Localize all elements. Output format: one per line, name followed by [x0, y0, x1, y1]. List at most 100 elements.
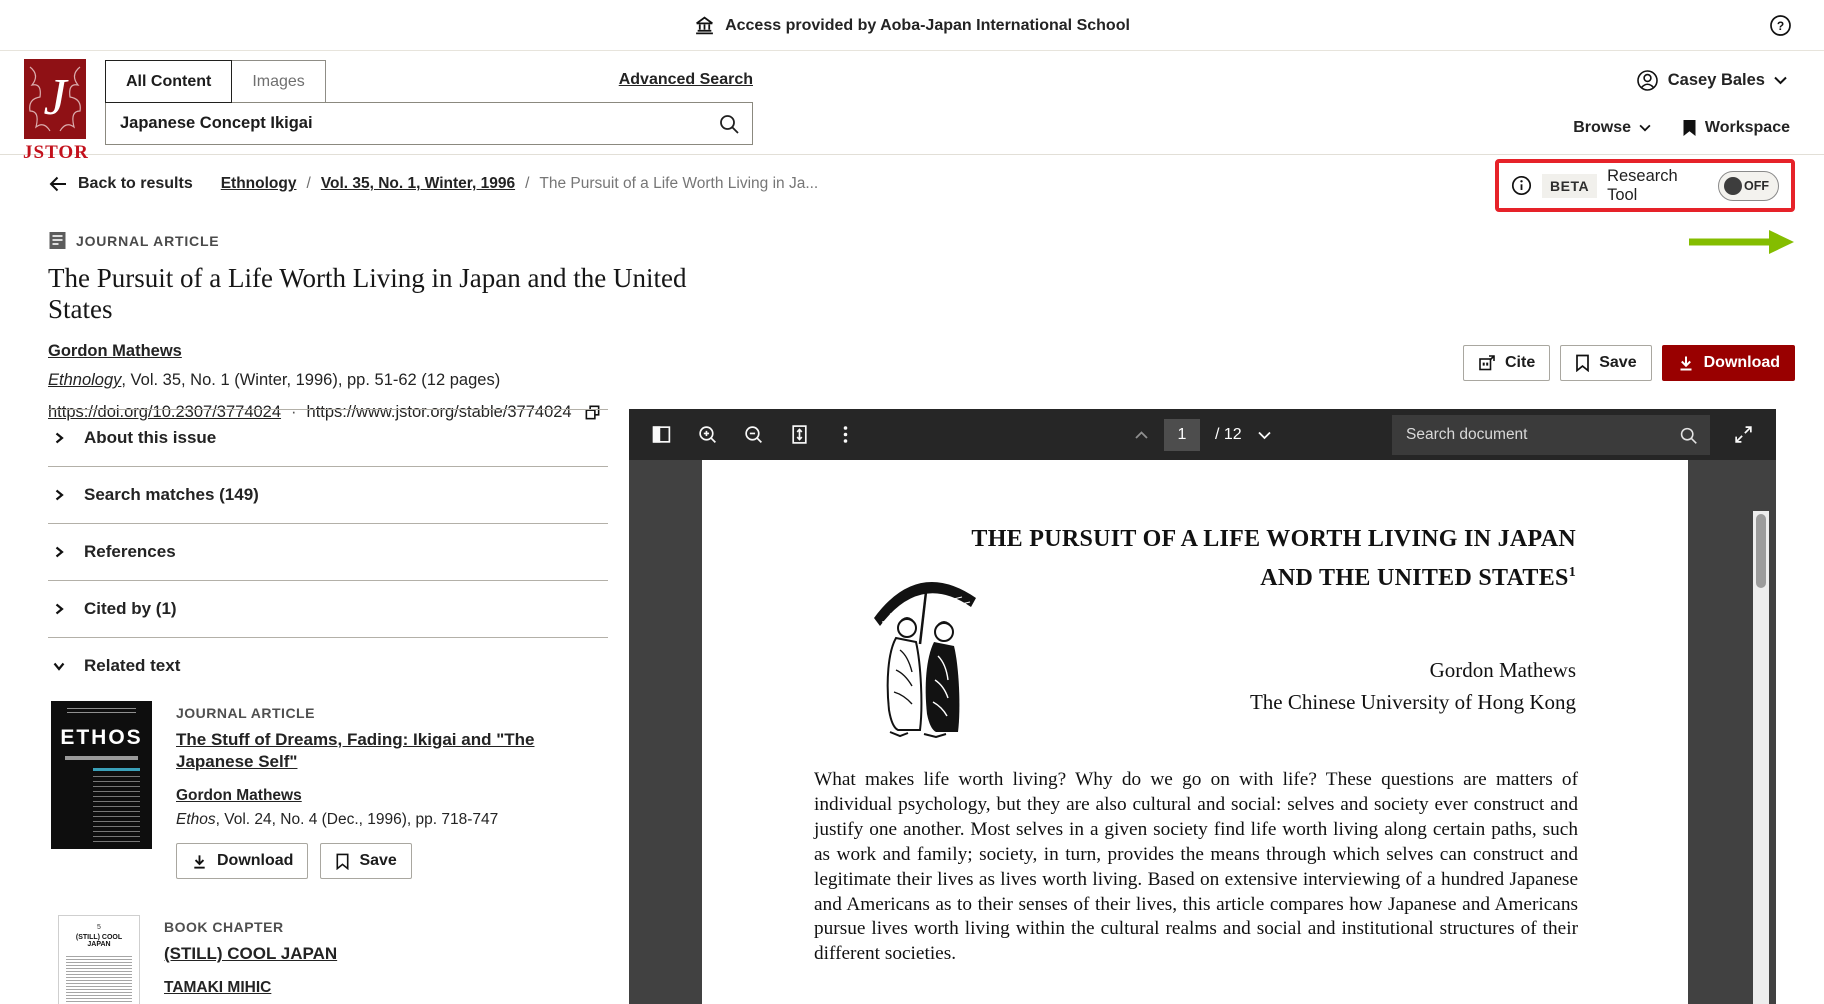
page-total: / 12	[1215, 426, 1242, 444]
jstor-monogram: J	[24, 65, 86, 131]
thumbnails-panel-icon[interactable]	[651, 424, 672, 445]
search-bar	[105, 102, 753, 145]
document-search-bar	[1392, 415, 1710, 455]
institution-banner: Access provided by Aoba-Japan Internatio…	[0, 0, 1824, 51]
pdf-toolbar: 1 / 12	[629, 409, 1776, 460]
scrollbar-thumb[interactable]	[1756, 514, 1766, 588]
related-cover-thumbnail[interactable]: ETHOS	[51, 701, 152, 849]
cite-button[interactable]: Cite	[1463, 345, 1550, 381]
search-icon[interactable]	[1679, 426, 1710, 445]
content-type-label: JOURNAL ARTICLE	[76, 233, 219, 249]
article-header: JOURNAL ARTICLE The Pursuit of a Life Wo…	[48, 231, 748, 422]
related-download-button[interactable]: Download	[176, 843, 308, 879]
tab-all-content[interactable]: All Content	[105, 60, 232, 103]
chevron-down-icon	[1774, 76, 1787, 85]
accordion-related-text[interactable]: Related text	[48, 637, 608, 694]
institution-icon	[694, 15, 715, 36]
jstor-wordmark: JSTOR	[23, 142, 87, 164]
account-icon	[1636, 69, 1659, 92]
jstor-article-page: Access provided by Aoba-Japan Internatio…	[0, 0, 1824, 1004]
breadcrumb-separator: /	[525, 175, 529, 193]
browse-menu[interactable]: Browse	[1573, 119, 1651, 137]
article-author-link[interactable]: Gordon Mathews	[48, 342, 182, 361]
download-button[interactable]: Download	[1662, 345, 1795, 381]
journal-title-link[interactable]: Ethnology	[48, 371, 121, 389]
research-tool-label: Research Tool	[1607, 167, 1708, 205]
journal-article-icon	[48, 231, 67, 250]
toggle-state-label: OFF	[1744, 179, 1769, 193]
institution-access-text: Access provided by Aoba-Japan Internatio…	[725, 17, 1130, 35]
accordion-about-this-issue[interactable]: About this issue	[48, 409, 608, 466]
pdf-page-title: THE PURSUIT OF A LIFE WORTH LIVING IN JA…	[971, 523, 1576, 595]
workspace-link[interactable]: Workspace	[1682, 119, 1790, 137]
related-citation: Ethos, Vol. 24, No. 4 (Dec., 1996), pp. …	[176, 811, 608, 829]
download-icon	[1677, 354, 1695, 372]
workspace-label: Workspace	[1705, 119, 1790, 137]
accordion-references[interactable]: References	[48, 523, 608, 580]
research-tool-panel: BETA Research Tool OFF	[1495, 159, 1795, 212]
browse-label: Browse	[1573, 119, 1631, 137]
related-chapter-thumbnail[interactable]: 5 (STILL) COOL JAPAN	[58, 915, 140, 1004]
breadcrumb-current: The Pursuit of a Life Worth Living in Ja…	[539, 175, 818, 193]
pdf-scrollbar[interactable]	[1753, 511, 1769, 1004]
woodblock-illustration	[860, 566, 990, 738]
related-type-label: BOOK CHAPTER	[164, 919, 596, 935]
zoom-in-icon[interactable]	[697, 424, 718, 445]
search-input[interactable]	[106, 103, 706, 144]
related-author-link[interactable]: TAMAKI MIHIC	[164, 979, 271, 997]
breadcrumb: Back to results Ethnology / Vol. 35, No.…	[48, 175, 818, 193]
page-number-input[interactable]: 1	[1164, 419, 1200, 451]
tab-images[interactable]: Images	[231, 60, 325, 103]
download-icon	[191, 853, 208, 870]
zoom-out-icon[interactable]	[743, 424, 764, 445]
info-icon[interactable]	[1511, 175, 1532, 196]
cover-title: ETHOS	[57, 726, 146, 750]
document-search-input[interactable]	[1392, 426, 1679, 444]
search-submit-button[interactable]	[706, 103, 752, 144]
article-title: The Pursuit of a Life Worth Living in Ja…	[48, 263, 748, 325]
related-item: 5 (STILL) COOL JAPAN BOOK CHAPTER (STILL…	[48, 915, 608, 1004]
article-side-panel: About this issue Search matches (149) Re…	[48, 409, 608, 1004]
pdf-viewer: 1 / 12 THE PURSUIT OF A LIFE WORTH LIVIN…	[629, 409, 1776, 1004]
pdf-body-text: What makes life worth living? Why do we …	[814, 768, 1578, 967]
breadcrumb-journal-link[interactable]: Ethnology	[221, 175, 297, 193]
pdf-page: THE PURSUIT OF A LIFE WORTH LIVING IN JA…	[702, 460, 1688, 1004]
research-tool-toggle[interactable]: OFF	[1718, 171, 1779, 201]
annotation-green-arrow	[1687, 229, 1795, 255]
jstor-logo[interactable]: J JSTOR	[23, 59, 87, 164]
jstor-logo-block: J	[24, 59, 86, 139]
site-header: J JSTOR All Content Images Advanced Sear…	[0, 51, 1824, 155]
fullscreen-icon[interactable]	[1733, 424, 1754, 445]
search-scope-tabs: All Content Images	[105, 60, 326, 103]
chevron-down-icon	[1639, 124, 1651, 132]
page-down-icon[interactable]	[1257, 430, 1272, 440]
toggle-knob	[1724, 177, 1742, 195]
accordion-cited-by[interactable]: Cited by (1)	[48, 580, 608, 637]
advanced-search-link[interactable]: Advanced Search	[613, 71, 753, 89]
beta-badge: BETA	[1542, 174, 1597, 198]
save-button[interactable]: Save	[1560, 345, 1651, 381]
user-name: Casey Bales	[1668, 71, 1765, 90]
breadcrumb-issue-link[interactable]: Vol. 35, No. 1, Winter, 1996	[321, 175, 515, 193]
help-icon[interactable]: ?	[1769, 14, 1792, 37]
back-to-results-link[interactable]: Back to results	[48, 175, 193, 193]
thumb-page-number: 5	[66, 924, 132, 931]
article-citation: Ethnology, Vol. 35, No. 1 (Winter, 1996)…	[48, 371, 748, 390]
related-save-button[interactable]: Save	[320, 843, 411, 879]
bookmark-icon	[335, 853, 350, 870]
fit-page-icon[interactable]	[789, 424, 810, 445]
pdf-document-area: THE PURSUIT OF A LIFE WORTH LIVING IN JA…	[629, 460, 1776, 1004]
related-type-label: JOURNAL ARTICLE	[176, 705, 608, 721]
bookmark-icon	[1682, 119, 1697, 137]
accordion-search-matches[interactable]: Search matches (149)	[48, 466, 608, 523]
user-menu[interactable]: Casey Bales	[1636, 69, 1787, 92]
chevron-right-icon	[52, 431, 66, 445]
related-chapter-link[interactable]: (STILL) COOL JAPAN	[164, 943, 337, 965]
bookmark-icon	[1575, 354, 1590, 372]
related-article-link[interactable]: The Stuff of Dreams, Fading: Ikigai and …	[176, 729, 608, 773]
related-author-link[interactable]: Gordon Mathews	[176, 787, 302, 805]
more-options-icon[interactable]	[835, 424, 856, 445]
page-up-icon[interactable]	[1134, 430, 1149, 440]
chevron-right-icon	[52, 545, 66, 559]
pdf-author-block: Gordon Mathews The Chinese University of…	[1250, 654, 1576, 718]
